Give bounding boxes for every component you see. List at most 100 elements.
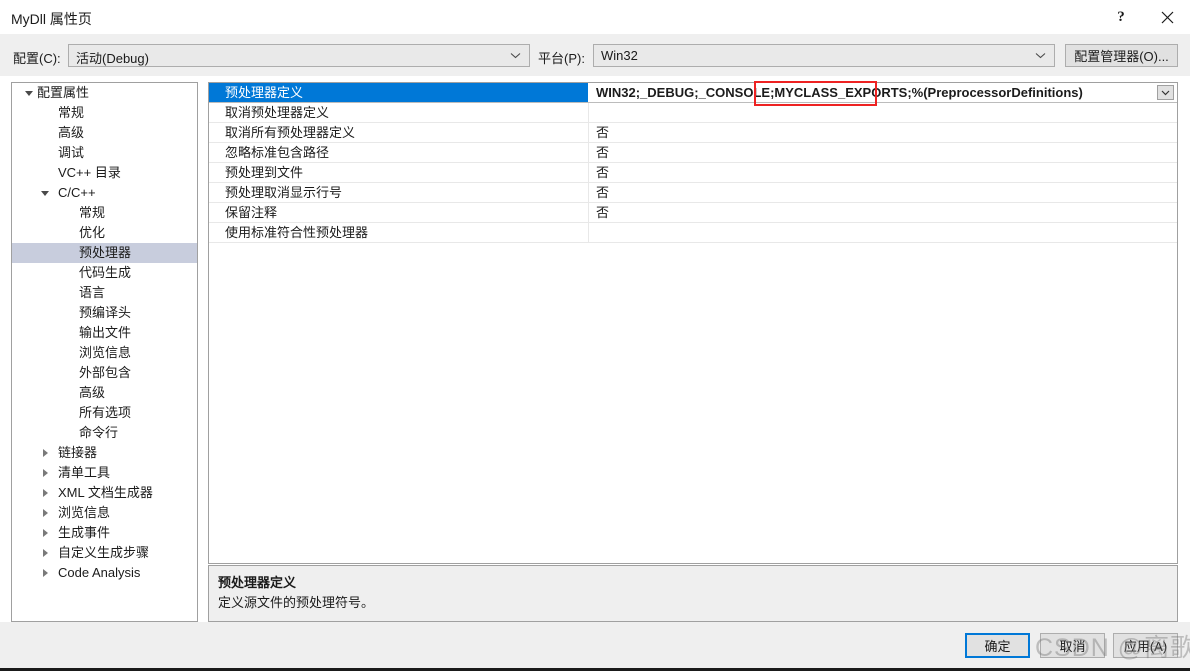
tree-item-label: 预编译头 (79, 305, 132, 320)
tree-item-18[interactable]: 链接器 (12, 443, 197, 463)
tree-item-5[interactable]: C/C++ (12, 183, 197, 203)
tree-item-label: 配置属性 (37, 85, 90, 100)
chevron-right-icon[interactable] (38, 523, 52, 543)
tree-item-4[interactable]: VC++ 目录 (12, 163, 197, 183)
tree-item-2[interactable]: 高级 (12, 123, 197, 143)
close-button[interactable] (1144, 0, 1190, 34)
property-row[interactable]: 忽略标准包含路径 否 (209, 143, 1177, 163)
tree-item-16[interactable]: 所有选项 (12, 403, 197, 423)
property-pages-dialog: MyDll 属性页 ? 配置(C): 活动(Debug) 平台(P): Win3… (0, 0, 1190, 671)
triangle-glyph (42, 529, 48, 537)
tree-item-label: Code Analysis (58, 565, 141, 580)
tree-item-6[interactable]: 常规 (12, 203, 197, 223)
property-name: 取消所有预处理器定义 (225, 125, 356, 140)
chevron-right-icon[interactable] (38, 463, 52, 483)
tree-item-15[interactable]: 高级 (12, 383, 197, 403)
platform-label: 平台(P): (538, 51, 585, 66)
tree-item-label: 优化 (79, 225, 106, 240)
tree-item-0[interactable]: 配置属性 (12, 83, 197, 103)
title-bar: MyDll 属性页 ? (0, 0, 1190, 34)
property-value[interactable] (588, 103, 1177, 122)
tree-item-10[interactable]: 语言 (12, 283, 197, 303)
triangle-glyph (42, 489, 48, 497)
tree-item-19[interactable]: 清单工具 (12, 463, 197, 483)
chevron-down-icon (1035, 45, 1046, 66)
tree-item-label: 所有选项 (79, 405, 132, 420)
tree-item-label: 清单工具 (58, 465, 111, 480)
help-button[interactable]: ? (1098, 0, 1144, 34)
property-name: 使用标准符合性预处理器 (225, 225, 369, 240)
tree-item-21[interactable]: 浏览信息 (12, 503, 197, 523)
tree-item-9[interactable]: 代码生成 (12, 263, 197, 283)
platform-combobox[interactable]: Win32 (593, 44, 1055, 67)
tree-item-12[interactable]: 输出文件 (12, 323, 197, 343)
property-value[interactable]: 否 (588, 163, 1177, 182)
property-grid[interactable]: 预处理器定义 WIN32;_DEBUG;_CONSOLE;MYCLASS_EXPO… (208, 82, 1178, 564)
tree-item-22[interactable]: 生成事件 (12, 523, 197, 543)
tree-item-label: 自定义生成步骤 (58, 545, 150, 560)
chevron-down-icon (1161, 90, 1170, 95)
tree-item-label: 浏览信息 (79, 345, 132, 360)
chevron-right-icon[interactable] (38, 443, 52, 463)
property-value[interactable]: 否 (588, 143, 1177, 162)
triangle-glyph (42, 569, 48, 577)
property-value[interactable] (588, 223, 1177, 242)
property-name: 保留注释 (225, 205, 278, 220)
property-row[interactable]: 取消所有预处理器定义 否 (209, 123, 1177, 143)
triangle-glyph (42, 549, 48, 557)
chevron-down-icon[interactable] (22, 83, 36, 103)
tree-item-label: 调试 (58, 145, 85, 160)
property-row[interactable]: 预处理到文件 否 (209, 163, 1177, 183)
tree-item-label: 高级 (79, 385, 106, 400)
property-name: 预处理取消显示行号 (225, 185, 343, 200)
question-mark-icon: ? (1117, 8, 1125, 25)
property-value[interactable]: 否 (588, 203, 1177, 222)
tree-item-label: XML 文档生成器 (58, 485, 153, 500)
tree-item-7[interactable]: 优化 (12, 223, 197, 243)
chevron-right-icon[interactable] (38, 563, 52, 583)
value-dropdown-button[interactable] (1157, 85, 1174, 100)
property-value[interactable]: 否 (588, 123, 1177, 142)
tree-item-label: C/C++ (58, 185, 96, 200)
window-controls: ? (1098, 0, 1190, 34)
chevron-right-icon[interactable] (38, 483, 52, 503)
property-value[interactable]: WIN32;_DEBUG;_CONSOLE;MYCLASS_EXPORTS;%(… (588, 83, 1177, 102)
tree-item-label: 输出文件 (79, 325, 132, 340)
tree-item-label: 常规 (79, 205, 106, 220)
description-body: 定义源文件的预处理符号。 (218, 595, 375, 610)
property-row[interactable]: 预处理器定义 WIN32;_DEBUG;_CONSOLE;MYCLASS_EXPO… (209, 83, 1177, 103)
tree-item-13[interactable]: 浏览信息 (12, 343, 197, 363)
close-icon (1161, 11, 1173, 23)
property-row[interactable]: 取消预处理器定义 (209, 103, 1177, 123)
configuration-combobox[interactable]: 活动(Debug) (68, 44, 530, 67)
tree-item-1[interactable]: 常规 (12, 103, 197, 123)
tree-item-20[interactable]: XML 文档生成器 (12, 483, 197, 503)
tree-item-3[interactable]: 调试 (12, 143, 197, 163)
ok-button[interactable]: 确定 (965, 633, 1030, 658)
triangle-glyph (42, 449, 48, 457)
description-title: 预处理器定义 (218, 575, 297, 590)
property-row[interactable]: 保留注释 否 (209, 203, 1177, 223)
chevron-down-icon[interactable] (38, 183, 52, 203)
tree-item-8[interactable]: 预处理器 (12, 243, 197, 263)
tree-item-24[interactable]: Code Analysis (12, 563, 197, 583)
cancel-button[interactable]: 取消 (1040, 633, 1105, 658)
chevron-right-icon[interactable] (38, 543, 52, 563)
chevron-right-icon[interactable] (38, 503, 52, 523)
property-row[interactable]: 使用标准符合性预处理器 (209, 223, 1177, 243)
tree-item-label: 浏览信息 (58, 505, 111, 520)
property-row[interactable]: 预处理取消显示行号 否 (209, 183, 1177, 203)
property-value[interactable]: 否 (588, 183, 1177, 202)
apply-button[interactable]: 应用(A) (1113, 633, 1178, 658)
tree-item-17[interactable]: 命令行 (12, 423, 197, 443)
tree-item-23[interactable]: 自定义生成步骤 (12, 543, 197, 563)
triangle-glyph (25, 90, 33, 96)
configuration-manager-button[interactable]: 配置管理器(O)... (1065, 44, 1178, 67)
property-name: 预处理器定义 (209, 83, 588, 102)
tree-item-label: 外部包含 (79, 365, 132, 380)
tree-item-11[interactable]: 预编译头 (12, 303, 197, 323)
tree-item-label: 生成事件 (58, 525, 111, 540)
tree-item-14[interactable]: 外部包含 (12, 363, 197, 383)
description-panel: 预处理器定义 定义源文件的预处理符号。 (208, 565, 1178, 622)
configuration-tree[interactable]: 配置属性 常规 高级 调试 VC++ 目录 C/C++ 常规 优化 预处理器 代码生成 语言 预编译头… (11, 82, 198, 622)
